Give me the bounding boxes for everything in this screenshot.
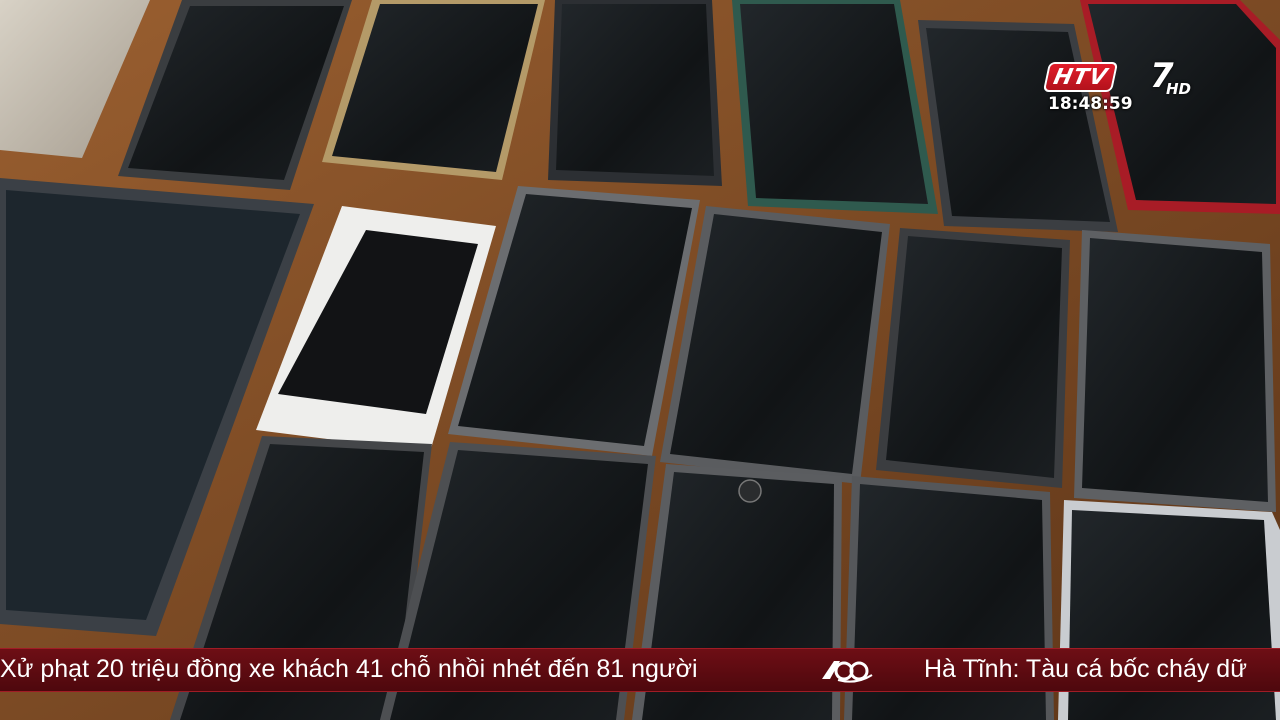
htv-badge: HTV [1042,62,1119,92]
news-ticker: Xử phạt 20 triệu đồng xe khách 41 chỗ nh… [0,648,1280,692]
phone-mid-3 [876,228,1070,488]
channel-letters: HTV [1051,64,1111,90]
60-years-emblem-icon [822,661,873,683]
phone-top-3 [548,0,722,186]
broadcast-clock: 18:48:59 [1048,94,1133,114]
channel-quality: HD [1166,80,1192,98]
ticker-headline-2: Hà Tĩnh: Tàu cá bốc cháy dữ [924,655,1247,683]
phone-mid-4 [1074,230,1276,512]
ticker-headline-1: Xử phạt 20 triệu đồng xe khách 41 chỗ nh… [0,655,698,683]
